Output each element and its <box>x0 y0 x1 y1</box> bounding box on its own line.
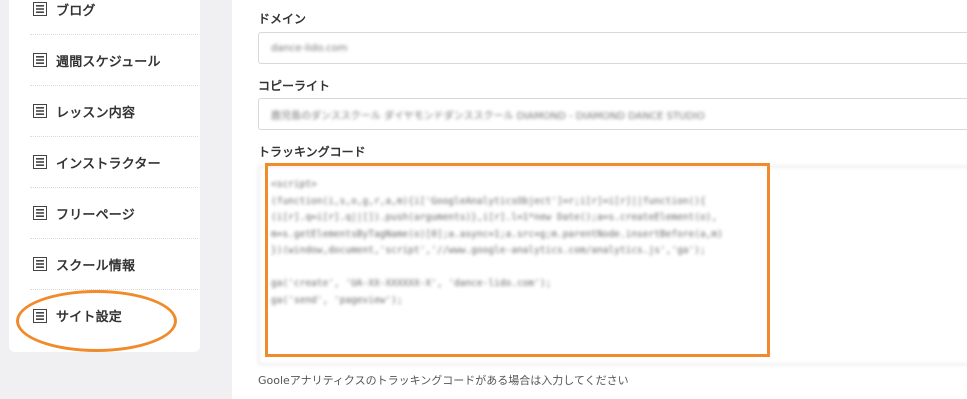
sidebar-item-label: 週間スケジュール <box>56 54 161 70</box>
copyright-value: 鹿児島のダンススクール ダイヤモンドダンススクール DIAMOND - DIAM… <box>271 110 705 122</box>
tracking-code-help-text: Gooleアナリティクスのトラッキングコードがある場合は入力してください <box>258 374 629 387</box>
code-line: (function(i,s,o,g,r,a,m){i['GoogleAnalyt… <box>271 195 706 207</box>
sidebar-item-lessons[interactable]: レッスン内容 <box>30 86 198 137</box>
sidebar-item-label: ブログ <box>56 3 96 19</box>
sidebar-item-instructors[interactable]: インストラクター <box>30 137 198 188</box>
sidebar-item-blog[interactable]: ブログ <box>30 0 198 35</box>
sidebar-item-school-info[interactable]: スクール情報 <box>30 239 198 290</box>
code-line: ga('create', 'UA-XX-XXXXXX-X', 'dance-li… <box>271 278 552 289</box>
sidebar-item-label: インストラクター <box>56 156 161 172</box>
sidebar-item-label: レッスン内容 <box>56 105 136 121</box>
list-icon <box>33 308 47 323</box>
list-icon <box>33 257 47 271</box>
tracking-code-textarea[interactable]: <script> (function(i,s,o,g,r,a,m){i['Goo… <box>258 166 967 365</box>
sidebar-item-label: フリーページ <box>56 207 135 223</box>
copyright-label: コピーライト <box>258 79 331 93</box>
settings-form: ドメイン dance-lido.com コピーライト 鹿児島のダンススクール ダ… <box>232 0 967 399</box>
sidebar-item-label: サイト設定 <box>56 310 123 325</box>
list-icon <box>33 206 47 220</box>
copyright-input[interactable]: 鹿児島のダンススクール ダイヤモンドダンススクール DIAMOND - DIAM… <box>258 98 967 130</box>
tracking-code-label: トラッキングコード <box>258 145 366 159</box>
list-icon <box>33 104 47 118</box>
code-line: (i[r].q=i[r].q||[]).push(arguments)},i[r… <box>271 212 718 223</box>
sidebar-item-weekly-schedule[interactable]: 週間スケジュール <box>30 35 198 86</box>
sidebar-item-free-page[interactable]: フリーページ <box>30 188 198 239</box>
sidebar-item-site-settings[interactable]: サイト設定 <box>30 290 198 341</box>
list-icon <box>33 155 47 169</box>
list-icon <box>33 53 47 67</box>
code-line: <script> <box>271 179 317 190</box>
code-line: })(window,document,'script','//www.googl… <box>271 245 706 256</box>
domain-input[interactable]: dance-lido.com <box>258 32 967 64</box>
domain-value: dance-lido.com <box>271 42 348 54</box>
code-line: m=s.getElementsByTagName(o)[0];a.async=1… <box>271 228 723 240</box>
sidebar-item-label: スクール情報 <box>56 258 136 274</box>
domain-label: ドメイン <box>258 12 307 26</box>
sidebar: ブログ 週間スケジュール レッスン内容 インストラクター フリーページ スクール… <box>9 0 200 352</box>
code-line: ga('send', 'pageview'); <box>271 294 403 306</box>
list-icon <box>33 2 47 16</box>
